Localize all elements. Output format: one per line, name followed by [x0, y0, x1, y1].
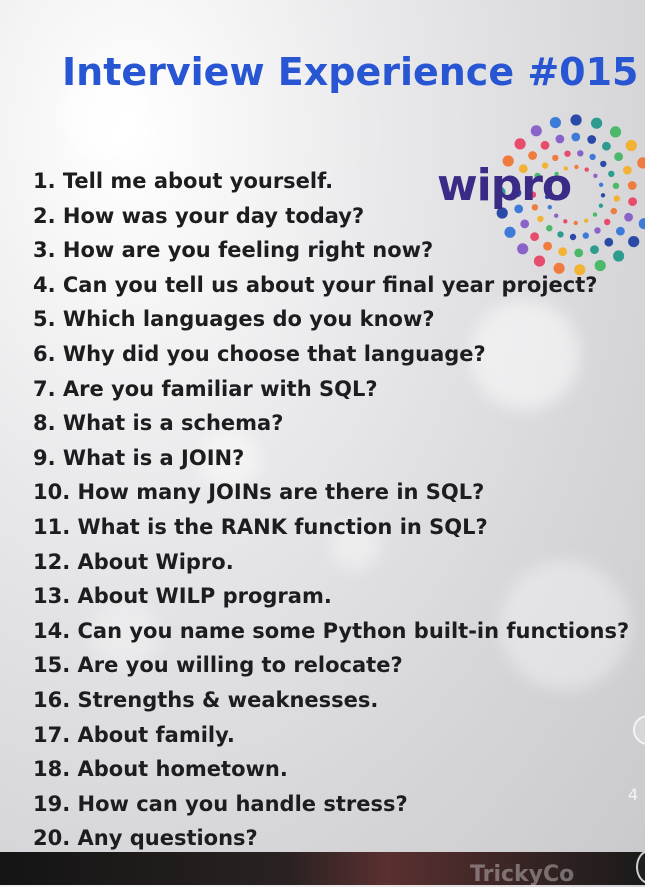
logo-dot [564, 150, 571, 157]
watermark-text: TrickyCo [470, 862, 575, 887]
logo-dot [609, 126, 622, 138]
question-item: 18. About hometown. [33, 757, 288, 782]
logo-dot [577, 150, 584, 157]
question-item: 16. Strengths & weaknesses. [33, 687, 379, 712]
question-item: 6. Why did you choose that language? [33, 341, 486, 366]
logo-dot [602, 141, 611, 151]
logo-dot [570, 114, 582, 126]
question-item: 14. Can you name some Python built-in fu… [33, 618, 630, 643]
logo-dot [549, 117, 561, 129]
logo-dot [625, 139, 637, 152]
logo-dot [530, 125, 542, 137]
question-item: 20. Any questions? [33, 826, 258, 851]
logo-dot [514, 138, 526, 150]
logo-dot [540, 140, 550, 150]
logo-dot [555, 134, 565, 144]
logo-dot [587, 135, 597, 144]
question-item: 3. How are you feeling right now? [33, 238, 434, 263]
logo-dot [637, 157, 645, 169]
logo-dot [528, 151, 537, 160]
question-item: 19. How can you handle stress? [33, 791, 408, 816]
overlay-count: 4 [628, 785, 639, 804]
question-item: 10. How many JOINs are there in SQL? [33, 480, 485, 505]
logo-dot [628, 197, 637, 206]
question-item: 12. About Wipro. [33, 549, 234, 574]
question-item: 9. What is a JOIN? [33, 445, 245, 470]
question-item: 15. Are you willing to relocate? [33, 653, 403, 678]
question-item: 8. What is a schema? [33, 411, 284, 436]
question-list: 1. Tell me about yourself. 2. How was you… [33, 164, 629, 856]
question-item: 5. Which languages do you know? [33, 307, 435, 332]
question-item: 7. Are you familiar with SQL? [33, 376, 378, 401]
question-item: 1. Tell me about yourself. [33, 169, 334, 193]
logo-dot [571, 132, 581, 142]
logo-dot [591, 117, 603, 129]
question-item: 17. About family. [33, 722, 235, 747]
overlay-circle-button[interactable] [633, 715, 645, 745]
logo-dot [589, 153, 596, 161]
question-item: 11. What is the RANK function in SQL? [33, 514, 488, 539]
page-title: Interview Experience #015 [62, 50, 639, 94]
question-item: 2. How was your day today? [33, 203, 365, 228]
question-item: 4. Can you tell us about your final year… [33, 272, 598, 297]
logo-dot [638, 218, 645, 230]
logo-dot [614, 152, 623, 162]
question-item: 13. About WILP program. [33, 584, 332, 609]
logo-dot [628, 236, 640, 248]
